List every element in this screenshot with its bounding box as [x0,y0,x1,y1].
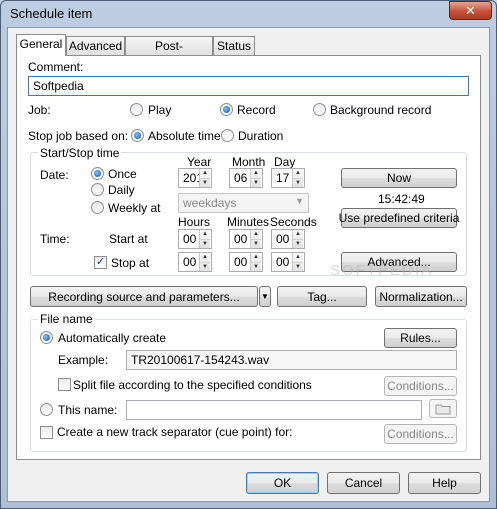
spin-down-icon: ▼ [202,179,208,186]
daily-label: Daily [108,183,135,197]
seconds-label: Seconds [270,215,317,229]
month-label: Month [232,155,266,169]
date-label: Date: [40,168,69,182]
checkmark-icon: ✓ [95,256,106,268]
track-separator-label: Create a new track separator (cue point)… [57,425,293,439]
job-record-radio[interactable] [220,103,233,116]
spin-up-icon: ▲ [251,230,261,240]
start-at-label: Start at [109,232,148,246]
weekly-radio[interactable] [91,201,104,214]
spin-down-icon: ▼ [202,263,208,270]
spin-up-icon: ▲ [200,230,210,240]
this-name-label: This name: [58,403,118,417]
chevron-down-icon: ▼ [261,292,269,301]
weekday-select-value: weekdays [183,196,237,210]
absolute-time-label: Absolute time [148,129,221,143]
stop-at-checkbox[interactable]: ✓ [94,256,107,269]
use-predefined-criteria-button[interactable]: Use predefined criteria [339,208,459,228]
rules-button[interactable]: Rules... [384,328,457,348]
this-name-input[interactable] [126,400,422,420]
time-label: Time: [40,232,70,246]
weekly-label: Weekly at [108,201,161,215]
cancel-button[interactable]: Cancel [327,472,400,494]
year-spinner[interactable]: ▲ ▼ [199,169,210,187]
spin-down-icon: ▼ [295,240,301,247]
start-stop-group-label: Start/Stop time [38,146,122,160]
help-button[interactable]: Help [408,472,481,494]
day-spinner[interactable]: ▲ ▼ [292,169,303,187]
spin-up-icon: ▲ [200,169,210,179]
split-conditions-button[interactable]: Conditions... [384,376,457,396]
job-background-record-label: Background record [330,103,432,117]
window-title: Schedule item [10,6,93,21]
start-minutes-spinner[interactable]: ▲ ▼ [250,230,261,248]
folder-icon [435,404,451,414]
tag-button[interactable]: Tag... [277,286,367,307]
tab-post-processing[interactable]: Post-processing [125,36,213,67]
spin-up-icon: ▲ [293,253,303,263]
year-label: Year [187,155,212,169]
duration-radio[interactable] [221,129,234,142]
day-label: Day [274,155,296,169]
stop-job-label: Stop job based on: [28,129,129,143]
once-radio[interactable] [91,167,104,180]
stop-at-label: Stop at [111,256,150,270]
month-spinner[interactable]: ▲ ▼ [250,169,261,187]
comment-input[interactable]: Softpedia [28,76,469,96]
stop-hours-spinner[interactable]: ▲ ▼ [199,253,210,271]
tab-advanced[interactable]: Advanced [66,36,125,55]
current-time: 15:42:49 [378,192,425,206]
comment-label: Comment: [28,60,84,74]
spin-down-icon: ▼ [295,179,301,186]
spin-down-icon: ▼ [253,179,259,186]
separator-conditions-button[interactable]: Conditions... [384,424,457,444]
start-hours-spinner[interactable]: ▲ ▼ [199,230,210,248]
normalization-button[interactable]: Normalization... [375,286,467,307]
auto-create-radio[interactable] [40,331,53,344]
now-button[interactable]: Now [341,168,457,188]
example-label: Example: [58,353,109,367]
file-name-group-label: File name [38,312,95,326]
job-play-radio[interactable] [130,103,143,116]
browse-folder-button[interactable] [429,399,457,418]
duration-label: Duration [238,129,284,143]
spin-down-icon: ▼ [295,263,301,270]
watermark: SOFTPEDIA [330,262,434,279]
spin-up-icon: ▲ [293,169,303,179]
spin-up-icon: ▲ [251,169,261,179]
split-file-checkbox[interactable] [58,378,71,391]
recording-source-button[interactable]: Recording source and parameters... [30,286,258,307]
start-seconds-spinner[interactable]: ▲ ▼ [292,230,303,248]
spin-down-icon: ▼ [202,240,208,247]
minutes-label: Minutes [227,215,270,229]
spin-down-icon: ▼ [253,263,259,270]
close-button[interactable]: ✕ [449,1,492,20]
spin-down-icon: ▼ [253,240,259,247]
ok-button[interactable]: OK [246,472,319,494]
close-icon: ✕ [465,2,476,18]
hours-label: Hours [178,215,211,229]
spin-up-icon: ▲ [200,253,210,263]
job-background-record-radio[interactable] [313,103,326,116]
job-play-label: Play [148,103,172,117]
this-name-radio[interactable] [40,403,53,416]
job-label: Job: [28,103,51,117]
tab-general[interactable]: General [16,34,66,56]
stop-seconds-spinner[interactable]: ▲ ▼ [292,253,303,271]
auto-create-label: Automatically create [58,331,167,345]
chevron-down-icon: ▼ [295,196,304,206]
once-label: Once [108,167,137,181]
example-value: TR20100617-154243.wav [126,350,457,370]
track-separator-checkbox[interactable] [40,426,53,439]
spin-up-icon: ▲ [251,253,261,263]
spin-up-icon: ▲ [293,230,303,240]
tab-status[interactable]: Status [213,36,255,55]
weekday-select[interactable]: weekdays ▼ [178,193,309,213]
recording-source-dropdown[interactable]: ▼ [259,286,271,307]
job-record-label: Record [237,103,276,117]
absolute-time-radio[interactable] [131,129,144,142]
split-file-label: Split file according to the specified co… [73,378,312,392]
daily-radio[interactable] [91,183,104,196]
stop-minutes-spinner[interactable]: ▲ ▼ [250,253,261,271]
